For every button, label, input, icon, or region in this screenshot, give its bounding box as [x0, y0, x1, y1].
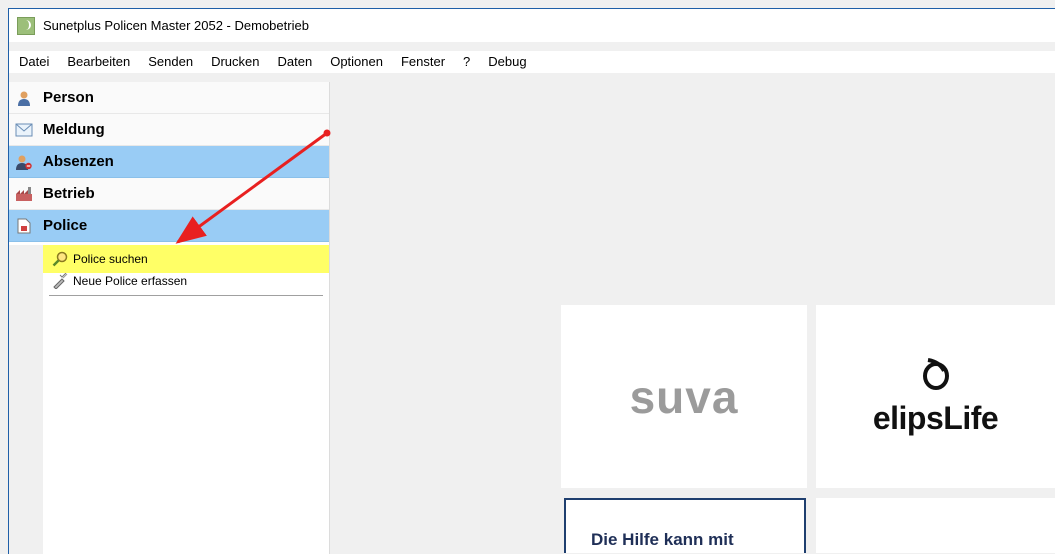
- suva-tile[interactable]: suva: [561, 305, 807, 488]
- nav-section-betrieb[interactable]: Betrieb: [9, 178, 329, 210]
- document-icon: [15, 217, 33, 235]
- elipslife-tile[interactable]: elipsLife: [816, 305, 1055, 488]
- elipslife-logo-text: elipsLife: [872, 399, 999, 436]
- person-icon: [15, 89, 33, 107]
- nav-section-label: Person: [43, 89, 94, 106]
- suva-logo: suva: [629, 370, 739, 423]
- nav-section-meldung[interactable]: Meldung: [9, 114, 329, 146]
- factory-icon: [15, 185, 33, 203]
- window-title: Sunetplus Policen Master 2052 - Demobetr…: [43, 18, 309, 33]
- menu-optionen[interactable]: Optionen: [321, 51, 392, 73]
- menu-datei[interactable]: Datei: [9, 51, 58, 73]
- nav-section-label: Betrieb: [43, 185, 95, 202]
- menu-daten[interactable]: Daten: [269, 51, 322, 73]
- search-icon: [52, 251, 68, 267]
- menu-drucken[interactable]: Drucken: [202, 51, 268, 73]
- task-police-suchen[interactable]: Police suchen: [43, 245, 329, 273]
- nav-section-police[interactable]: Police: [9, 210, 329, 242]
- help-tile[interactable]: Die Hilfe kann mit: [564, 498, 806, 553]
- menu-fenster[interactable]: Fenster: [392, 51, 454, 73]
- task-neue-police-erfassen[interactable]: Neue Police erfassen: [43, 271, 329, 291]
- navigation-panel: Person Meldung Absenzen Betrieb Police P…: [9, 82, 329, 554]
- nav-section-label: Meldung: [43, 121, 105, 138]
- task-list-divider: [49, 295, 323, 296]
- absence-person-icon: [15, 153, 33, 171]
- task-label: Police suchen: [73, 252, 148, 266]
- empty-tile: [816, 498, 1055, 553]
- menu-senden[interactable]: Senden: [139, 51, 202, 73]
- title-bar: Sunetplus Policen Master 2052 - Demobetr…: [9, 9, 1055, 42]
- task-label: Neue Police erfassen: [73, 274, 188, 288]
- elipslife-logo-icon: [922, 357, 950, 396]
- app-logo-icon: [17, 16, 35, 35]
- menu-help[interactable]: ?: [454, 51, 479, 73]
- nav-section-label: Police: [43, 217, 88, 234]
- nav-section-label: Absenzen: [43, 153, 114, 170]
- task-list-gutter: [9, 245, 43, 554]
- police-task-list: Police suchen Neue Police erfassen: [9, 245, 329, 554]
- panel-separator: [329, 82, 330, 554]
- nav-section-person[interactable]: Person: [9, 82, 329, 114]
- menu-bar: Datei Bearbeiten Senden Drucken Daten Op…: [9, 51, 1055, 73]
- envelope-icon: [15, 121, 33, 139]
- help-tile-text: Die Hilfe kann mit: [591, 530, 734, 549]
- nav-section-absenzen[interactable]: Absenzen: [9, 146, 329, 178]
- new-policy-icon: [52, 273, 68, 289]
- menu-bearbeiten[interactable]: Bearbeiten: [58, 51, 139, 73]
- menu-debug[interactable]: Debug: [479, 51, 535, 73]
